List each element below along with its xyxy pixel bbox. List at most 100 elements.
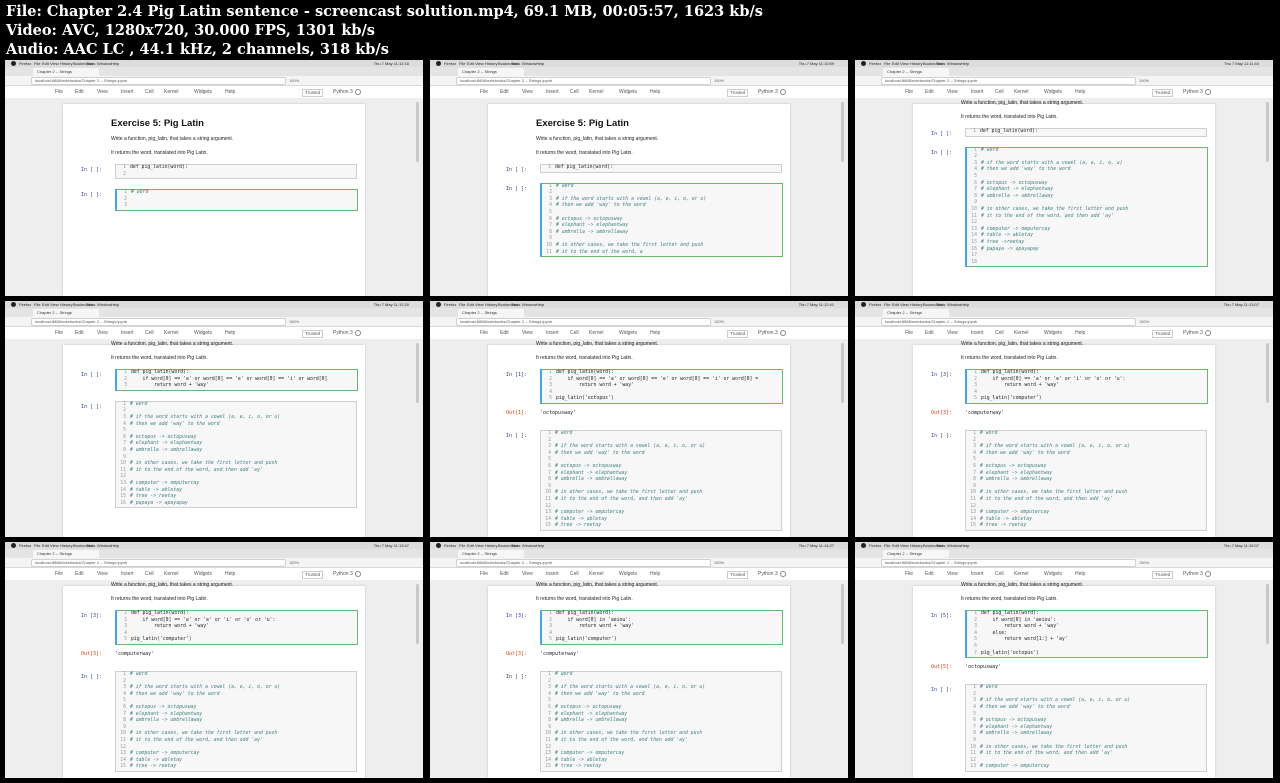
url-input[interactable]: localhost:8888/notebooks/Chapter 2 -- St… <box>881 318 1136 326</box>
mac-menu-item[interactable]: Help <box>961 542 969 549</box>
mac-menu-item[interactable]: History <box>910 301 922 308</box>
mac-menu-item[interactable]: View <box>50 60 59 67</box>
mac-menu-item[interactable]: View <box>900 301 909 308</box>
trusted-badge[interactable]: Trusted <box>302 330 324 338</box>
mac-menu-item[interactable]: Edit <box>42 542 49 549</box>
mac-menu-item[interactable]: History <box>60 542 72 549</box>
mac-menu-item[interactable]: Help <box>961 60 969 67</box>
code-cell[interactable]: 1 # word 2 3 # if the word starts with a vow… <box>540 671 782 772</box>
mac-menu-item[interactable]: Window <box>522 301 536 308</box>
mac-menu-item[interactable]: Tools <box>936 60 945 67</box>
mac-menu-item[interactable]: Window <box>97 542 111 549</box>
code-cell[interactable]: 1 def pig_latin(word): 2 if word[0] == 'a'… <box>965 369 1208 404</box>
mac-menu-item[interactable]: Help <box>111 60 119 67</box>
mac-menu-item[interactable]: Help <box>536 301 544 308</box>
mac-menu-item[interactable]: File <box>884 301 890 308</box>
mac-menu-item[interactable]: File <box>34 301 40 308</box>
mac-menu-item[interactable]: Firefox <box>444 542 456 549</box>
mac-menu-item[interactable]: Firefox <box>19 301 31 308</box>
scrollbar[interactable] <box>1266 343 1269 403</box>
mac-menu-item[interactable]: Help <box>961 301 969 308</box>
code-cell[interactable]: 1 # word 2 3 <box>115 189 358 211</box>
mac-menu-item[interactable]: Window <box>97 301 111 308</box>
code-cell[interactable]: 1 # word 2 3 # if the word starts with a vow… <box>115 400 357 509</box>
scrollbar[interactable] <box>1266 102 1269 162</box>
trusted-badge[interactable]: Trusted <box>727 571 749 579</box>
mac-menu-item[interactable]: Tools <box>511 542 520 549</box>
mac-menu-item[interactable]: History <box>485 542 497 549</box>
mac-menu-item[interactable]: History <box>910 542 922 549</box>
mac-menu-item[interactable]: Firefox <box>19 542 31 549</box>
trusted-badge[interactable]: Trusted <box>1152 571 1174 579</box>
mac-menu-item[interactable]: File <box>459 542 465 549</box>
scrollbar[interactable] <box>416 102 419 162</box>
apple-icon[interactable] <box>11 543 16 548</box>
mac-menu-item[interactable]: History <box>910 60 922 67</box>
mac-menu-item[interactable]: Help <box>536 542 544 549</box>
mac-menu-item[interactable]: File <box>459 301 465 308</box>
apple-icon[interactable] <box>11 302 16 307</box>
mac-menu-item[interactable]: File <box>34 542 40 549</box>
code-cell[interactable]: 1 # word 2 3 # if the word starts with a vow… <box>965 684 1207 772</box>
mac-menu-item[interactable]: Edit <box>467 60 474 67</box>
mac-menu-item[interactable]: View <box>900 542 909 549</box>
mac-menu-item[interactable]: Edit <box>467 301 474 308</box>
code-cell[interactable]: 1 def pig_latin(word): 2 if word[0] == 'a'… <box>540 369 783 404</box>
mac-menu-item[interactable]: History <box>60 301 72 308</box>
mac-menu-item[interactable]: View <box>475 542 484 549</box>
mac-menu-item[interactable]: Tools <box>86 60 95 67</box>
code-cell[interactable]: 1 def pig_latin(word): 2 <box>115 164 357 180</box>
url-input[interactable]: localhost:8888/notebooks/Chapter 2 -- St… <box>31 318 286 326</box>
url-input[interactable]: localhost:8888/notebooks/Chapter 2 -- St… <box>31 77 286 85</box>
apple-icon[interactable] <box>861 543 866 548</box>
mac-menu-item[interactable]: Firefox <box>869 301 881 308</box>
mac-menu-item[interactable]: Edit <box>467 542 474 549</box>
mac-menu-item[interactable]: Tools <box>86 542 95 549</box>
mac-menu-item[interactable]: Window <box>522 60 536 67</box>
mac-menu-item[interactable]: Tools <box>936 301 945 308</box>
code-cell[interactable]: 1 def pig_latin(word): 2 if word[0] == 'a'… <box>115 369 358 391</box>
mac-menu-item[interactable]: Tools <box>936 542 945 549</box>
trusted-badge[interactable]: Trusted <box>1152 330 1174 338</box>
mac-menu-item[interactable]: Firefox <box>869 60 881 67</box>
mac-menu-item[interactable]: File <box>884 60 890 67</box>
browser-tab[interactable]: Chapter 2 -- Strings <box>458 68 524 76</box>
scrollbar[interactable] <box>416 584 419 644</box>
url-input[interactable]: localhost:8888/notebooks/Chapter 2 -- St… <box>456 559 711 567</box>
url-input[interactable]: localhost:8888/notebooks/Chapter 2 -- St… <box>456 318 711 326</box>
url-input[interactable]: localhost:8888/notebooks/Chapter 2 -- St… <box>881 559 1136 567</box>
url-input[interactable]: localhost:8888/notebooks/Chapter 2 -- St… <box>31 559 286 567</box>
scrollbar[interactable] <box>841 102 844 162</box>
mac-menu-item[interactable]: Window <box>97 60 111 67</box>
browser-tab[interactable]: Chapter 2 -- Strings <box>33 68 99 76</box>
mac-menu-item[interactable]: Edit <box>892 60 899 67</box>
mac-menu-item[interactable]: File <box>459 60 465 67</box>
mac-menu-item[interactable]: Edit <box>892 301 899 308</box>
url-input[interactable]: localhost:8888/notebooks/Chapter 2 -- St… <box>456 77 711 85</box>
trusted-badge[interactable]: Trusted <box>302 571 324 579</box>
apple-icon[interactable] <box>861 302 866 307</box>
mac-menu-item[interactable]: File <box>884 542 890 549</box>
apple-icon[interactable] <box>11 61 16 66</box>
code-cell[interactable]: 1 def pig_latin(word): <box>540 164 782 173</box>
trusted-badge[interactable]: Trusted <box>727 89 749 97</box>
mac-menu-item[interactable]: History <box>485 301 497 308</box>
mac-menu-item[interactable]: Help <box>536 60 544 67</box>
apple-icon[interactable] <box>436 302 441 307</box>
mac-menu-item[interactable]: View <box>50 301 59 308</box>
code-cell[interactable]: 1 # word 2 3 # if the word starts with a vow… <box>965 146 1208 268</box>
code-cell[interactable]: 1 # word 2 3 # if the word starts with a vow… <box>540 182 783 258</box>
mac-menu-item[interactable]: Window <box>522 542 536 549</box>
code-cell[interactable]: 1 def pig_latin(word): 2 if word[0] in 'ae… <box>965 610 1208 659</box>
mac-menu-item[interactable]: Window <box>947 542 961 549</box>
mac-menu-item[interactable]: Firefox <box>869 542 881 549</box>
browser-tab[interactable]: Chapter 2 -- Strings <box>883 550 949 558</box>
mac-menu-item[interactable]: File <box>34 60 40 67</box>
browser-tab[interactable]: Chapter 2 -- Strings <box>458 550 524 558</box>
mac-menu-item[interactable]: Tools <box>511 301 520 308</box>
mac-menu-item[interactable]: Firefox <box>444 60 456 67</box>
browser-tab[interactable]: Chapter 2 -- Strings <box>33 309 99 317</box>
mac-menu-item[interactable]: Tools <box>511 60 520 67</box>
apple-icon[interactable] <box>436 61 441 66</box>
url-input[interactable]: localhost:8888/notebooks/Chapter 2 -- St… <box>881 77 1136 85</box>
